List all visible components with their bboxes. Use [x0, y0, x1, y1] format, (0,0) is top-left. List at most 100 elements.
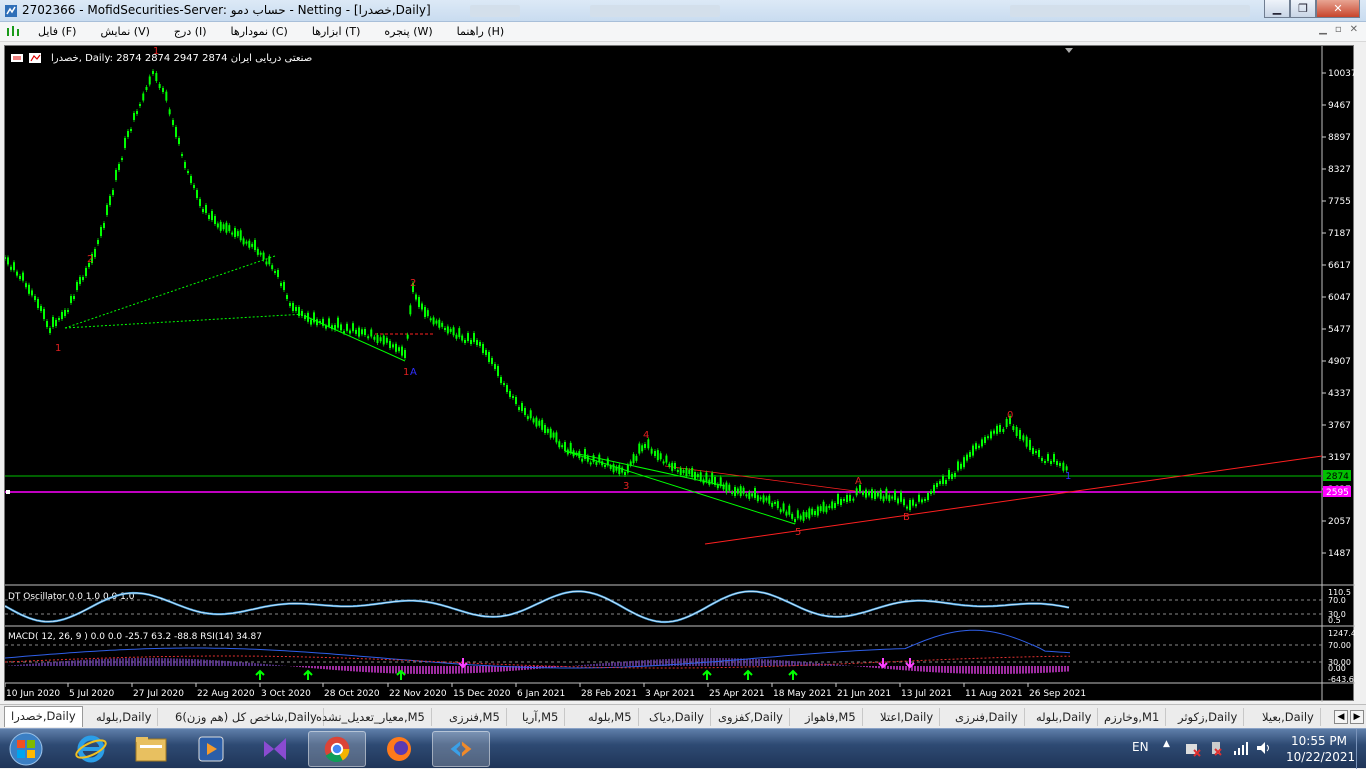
volume-icon[interactable] [1256, 741, 1272, 755]
metatrader-icon[interactable] [432, 731, 490, 767]
app-icon [5, 5, 17, 17]
chart-tab[interactable]: اعتلا,Daily [874, 708, 941, 726]
candle [277, 270, 279, 277]
wave-label[interactable]: 2 [87, 254, 93, 265]
firefox-icon[interactable] [370, 731, 428, 767]
show-hidden-icons[interactable]: ▲ [1163, 739, 1170, 749]
language-indicator[interactable]: EN [1132, 740, 1149, 754]
candle [304, 315, 306, 319]
wave-label[interactable]: 2 [410, 278, 416, 289]
candle [581, 458, 584, 462]
chart-window[interactable]: خصدرا, Daily: 2874 2874 2947 2874 صنعتی … [4, 45, 1355, 702]
candle [561, 445, 564, 448]
clock-time[interactable]: 10:55 PM [1291, 734, 1347, 748]
menu-insert[interactable]: درج (I) [166, 24, 215, 39]
chart-tab[interactable]: بلوله,M5 [582, 708, 639, 726]
candle [43, 309, 45, 319]
internet-explorer-icon[interactable] [62, 731, 120, 767]
candle [449, 328, 452, 332]
wave-label[interactable]: 4 [643, 430, 649, 441]
candle [900, 491, 902, 502]
menu-window[interactable]: پنجره (W) [376, 24, 440, 39]
chart-tab[interactable]: بلوله,Daily [1030, 708, 1099, 726]
chart-tab[interactable]: بلوله,Daily [90, 708, 159, 726]
show-desktop-button[interactable] [1356, 729, 1366, 769]
wave-label[interactable]: A [855, 476, 862, 487]
chart-menu-icon[interactable] [6, 25, 20, 38]
candle [404, 350, 406, 358]
mdi-minimize-button[interactable]: ▁ [1319, 24, 1327, 35]
chart-type-icon[interactable] [29, 53, 41, 63]
wave-line[interactable] [64, 255, 276, 329]
usb-icon[interactable] [1209, 740, 1223, 758]
menu-view[interactable]: نمایش (V) [92, 24, 157, 39]
candle [61, 312, 63, 319]
wave-label[interactable]: 3 [623, 481, 629, 492]
chart-tab[interactable]: خصدرا,Daily [4, 706, 83, 727]
wave-label[interactable]: 1 [153, 46, 159, 57]
chart-tab[interactable]: فاهواز,M5 [799, 708, 863, 726]
tab-scroll-left-button[interactable]: ◀ [1334, 710, 1348, 724]
chart-tab[interactable]: بعیلا,Daily [1256, 708, 1321, 726]
media-player-icon[interactable] [182, 731, 240, 767]
resistance-trendline[interactable] [664, 465, 856, 492]
candle [1053, 454, 1055, 462]
candle [82, 277, 84, 280]
candle [618, 465, 621, 475]
candle [49, 328, 51, 333]
candle [280, 283, 282, 286]
file-explorer-icon[interactable] [122, 731, 180, 767]
candle [668, 463, 671, 467]
candle [685, 468, 688, 476]
chart-tab[interactable]: وخارزم,M1 [1098, 708, 1167, 726]
chart-tab[interactable]: فنرزی,M5 [443, 708, 507, 726]
candle [313, 312, 315, 323]
candle [699, 472, 702, 481]
wave-label[interactable]: A [410, 367, 417, 378]
chart-tab[interactable]: دیاک,Daily [643, 708, 711, 726]
chart-list-icon[interactable] [11, 54, 23, 62]
menu-file[interactable]: فایل (F) [30, 24, 84, 39]
chart-tab[interactable]: کفزوی,Daily [712, 708, 790, 726]
wave-label[interactable]: 0 [1007, 410, 1013, 421]
candle [805, 512, 808, 518]
visual-studio-icon[interactable] [246, 731, 304, 767]
candle [133, 113, 135, 120]
close-button[interactable]: ✕ [1316, 0, 1360, 18]
minimize-button[interactable]: ▁ [1264, 0, 1290, 18]
wave-label[interactable]: 5 [795, 527, 801, 538]
wave-label[interactable]: 1 [403, 367, 409, 378]
price-tick-label: 10037 [1328, 69, 1355, 79]
chart-tab[interactable]: معیار_تعدیل_نشده,M5 [310, 708, 432, 726]
candle [124, 138, 126, 148]
mdi-restore-button[interactable]: ▫ [1335, 24, 1342, 35]
candle [708, 479, 711, 485]
tab-scroll-right-button[interactable]: ▶ [1350, 710, 1364, 724]
candle [16, 271, 18, 276]
chart-tab[interactable]: شاخص کل (هم وزن)6,Daily [169, 708, 324, 726]
clock-date[interactable]: 10/22/2021 [1286, 750, 1355, 764]
chrome-icon[interactable] [308, 731, 366, 767]
menu-help[interactable]: راهنما (H) [449, 24, 513, 39]
wave-label[interactable]: 1 [1065, 471, 1071, 482]
shift-marker[interactable] [1065, 48, 1073, 53]
candle [785, 511, 788, 516]
action-center-icon[interactable] [1185, 741, 1201, 757]
price-chart[interactable]: خصدرا, Daily: 2874 2874 2947 2874 صنعتی … [5, 46, 1355, 702]
chart-tab[interactable]: فنرزی,Daily [949, 708, 1025, 726]
candle [503, 383, 505, 385]
start-button[interactable] [4, 730, 48, 768]
candle [822, 501, 825, 512]
wave-label[interactable]: B [903, 512, 910, 523]
menu-tools[interactable]: ابزارها (T) [304, 24, 369, 39]
candle [694, 472, 696, 479]
network-icon[interactable] [1233, 741, 1249, 755]
candle [843, 499, 845, 501]
menu-charts[interactable]: نمودارها (C) [223, 24, 296, 39]
blurred-region [590, 5, 720, 17]
mdi-close-button[interactable]: ✕ [1350, 24, 1358, 35]
chart-tab[interactable]: آریا,M5 [516, 708, 566, 726]
wave-label[interactable]: 1 [55, 343, 61, 354]
chart-tab[interactable]: زکوثر,Daily [1172, 708, 1245, 726]
maximize-button[interactable]: ❐ [1290, 0, 1316, 18]
